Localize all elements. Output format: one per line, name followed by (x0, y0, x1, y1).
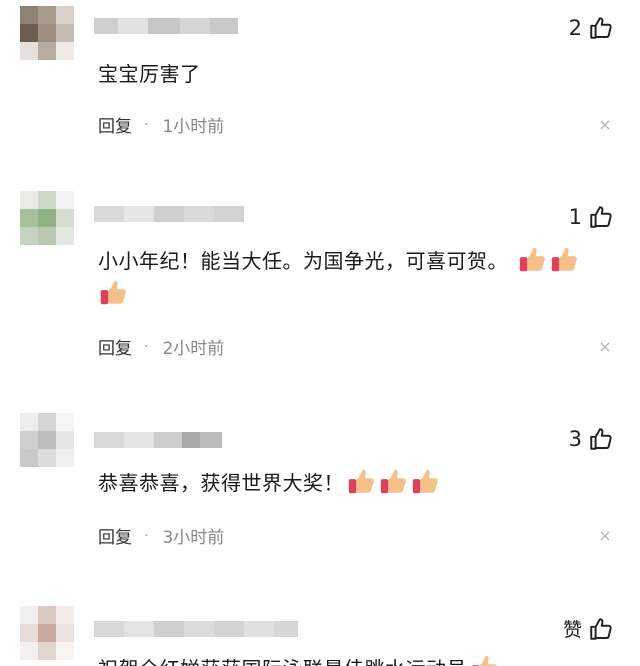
comment-text: 小小年纪！能当大任。为国争光，可喜可贺。 (98, 244, 610, 310)
like-count: 1 (568, 205, 582, 229)
separator-dot: · (144, 116, 149, 133)
like-button[interactable]: 2 (569, 15, 614, 41)
close-icon[interactable]: × (598, 117, 612, 133)
emoji-group (344, 469, 440, 495)
thumbs-up-icon (590, 17, 612, 39)
comment-meta: 回复 · 3小时前 (98, 523, 225, 549)
username-redacted[interactable] (94, 18, 238, 34)
separator-dot: · (144, 338, 149, 355)
separator-dot: · (144, 527, 149, 544)
timestamp: 2小时前 (162, 339, 225, 359)
timestamp: 3小时前 (162, 528, 225, 548)
close-icon[interactable]: × (598, 528, 612, 544)
reply-button[interactable]: 回复 (98, 334, 132, 359)
like-button[interactable]: 1 (569, 204, 614, 230)
username-redacted[interactable] (94, 432, 222, 448)
like-button[interactable]: 赞 (563, 615, 614, 642)
close-icon[interactable]: × (598, 339, 612, 355)
thumbs-up-emoji-icon (412, 469, 438, 494)
thumbs-up-icon (590, 206, 612, 228)
thumbs-up-icon (590, 617, 612, 640)
username-redacted[interactable] (94, 206, 244, 222)
reply-button[interactable]: 回复 (98, 112, 132, 137)
like-count: 2 (568, 16, 582, 40)
timestamp: 1小时前 (162, 117, 225, 137)
avatar[interactable] (20, 606, 74, 660)
avatar[interactable] (20, 6, 74, 60)
comment-text-body: 祝贺全红婵获获国际泳联最佳跳水运动员 (98, 657, 467, 666)
thumbs-up-emoji-icon (551, 247, 577, 272)
thumbs-up-icon (590, 428, 612, 450)
avatar[interactable] (20, 413, 74, 467)
thumbs-up-emoji-icon (100, 280, 126, 305)
thumbs-up-emoji-icon (472, 655, 497, 666)
comment-text-body: 小小年纪！能当大任。为国争光，可喜可贺。 (98, 249, 508, 273)
comment-text: 宝宝厉害了 (98, 62, 201, 86)
like-count: 赞 (562, 619, 582, 641)
comment-text-body: 恭喜恭喜，获得世界大奖！ (98, 471, 344, 495)
avatar[interactable] (20, 191, 74, 245)
comment-text: 恭喜恭喜，获得世界大奖！ (98, 466, 610, 499)
comment-text: 祝贺全红婵获获国际泳联最佳跳水运动员 (98, 652, 610, 666)
thumbs-up-emoji-icon (380, 469, 406, 494)
comment-meta: 回复 · 2小时前 (98, 334, 225, 360)
username-redacted[interactable] (94, 621, 298, 637)
like-button[interactable]: 3 (569, 426, 614, 452)
comment-meta: 回复 · 1小时前 (98, 112, 225, 138)
like-count: 3 (568, 427, 582, 451)
thumbs-up-emoji-icon (348, 469, 374, 494)
reply-button[interactable]: 回复 (98, 523, 132, 548)
thumbs-up-emoji-icon (519, 247, 545, 272)
